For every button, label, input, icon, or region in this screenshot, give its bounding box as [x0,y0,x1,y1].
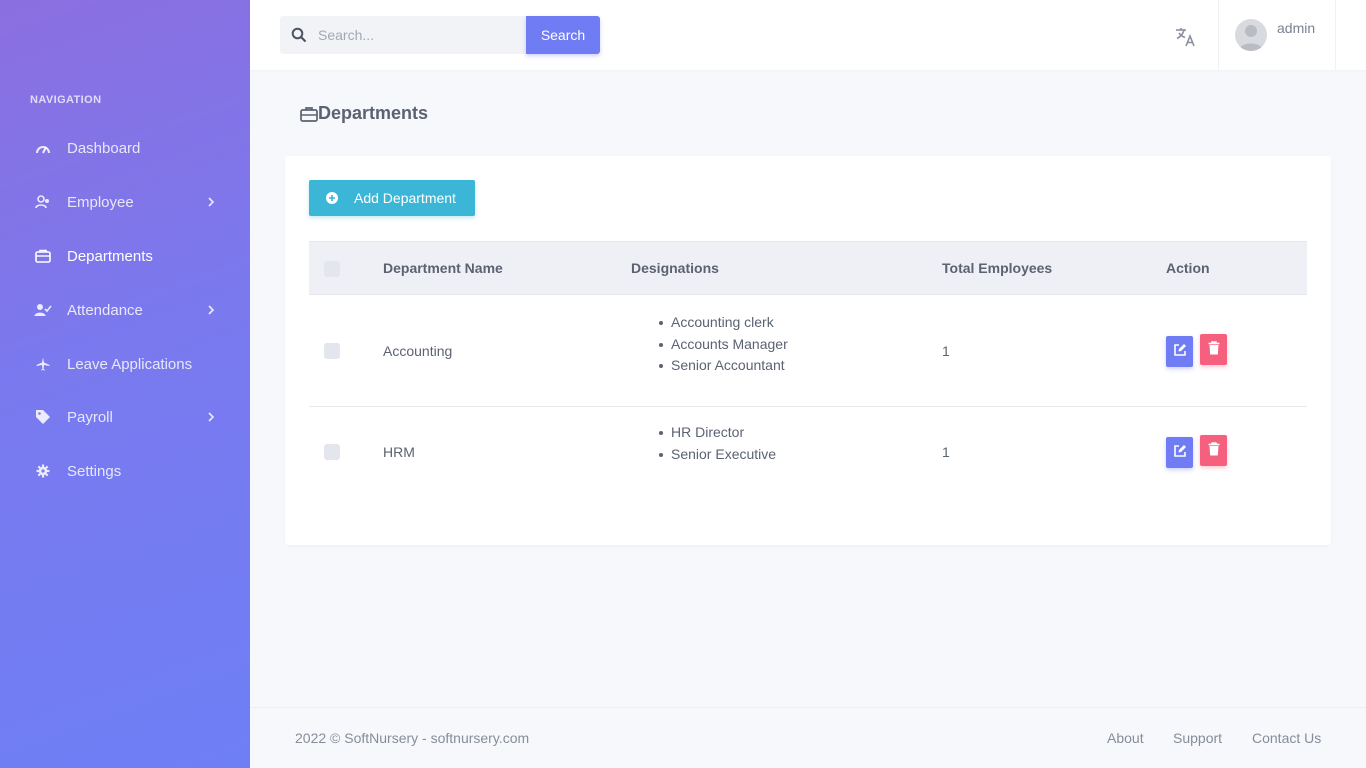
footer: 2022 © SoftNursery - softnursery.com Abo… [250,707,1366,768]
delete-button[interactable] [1200,435,1227,466]
table-header: Department Name Designations Total Emplo… [309,241,1307,295]
footer-link-support[interactable]: Support [1173,730,1222,746]
edit-button[interactable] [1166,437,1193,468]
table-row: Accounting Accounting clerk Accounts Man… [309,295,1307,407]
add-department-button[interactable]: Add Department [309,180,475,216]
designation-item: Accounts Manager [659,334,788,356]
row-checkbox[interactable] [324,343,340,359]
tag-icon [34,408,52,426]
sidebar: NAVIGATION Dashboard Employee Department… [0,0,250,768]
gear-icon [34,462,52,480]
search-box [280,16,526,54]
sidebar-item-label: Dashboard [67,139,141,157]
search-icon [291,27,307,43]
users-icon [34,193,52,211]
topbar: Search admin [250,0,1366,70]
chevron-right-icon [205,196,217,208]
trash-icon [1208,442,1220,459]
airplane-icon [34,355,52,373]
designation-item: Accounting clerk [659,312,788,334]
edit-button[interactable] [1166,336,1193,367]
sidebar-item-label: Employee [67,193,134,211]
briefcase-icon [300,105,318,123]
edit-icon [1173,343,1187,360]
sidebar-item-departments[interactable]: Departments [0,236,250,276]
sidebar-item-employee[interactable]: Employee [0,182,250,222]
chevron-right-icon [205,304,217,316]
sidebar-item-label: Settings [67,462,122,480]
sidebar-item-label: Leave Applications [67,355,193,373]
copyright-text: 2022 © SoftNursery - softnursery.com [295,730,530,746]
designation-item: Senior Accountant [659,355,788,377]
total-employees: 1 [942,343,950,359]
trash-icon [1208,341,1220,358]
sidebar-item-label: Attendance [67,301,143,319]
footer-link-about[interactable]: About [1107,730,1144,746]
designations-list: HR Director Senior Executive [659,422,776,465]
page-title: Departments [300,103,428,124]
department-name: Accounting [383,343,453,359]
sidebar-item-label: Departments [67,247,153,265]
speedometer-icon [34,139,52,157]
departments-card: Add Department Department Name Designati… [285,156,1331,545]
edit-icon [1173,444,1187,461]
sidebar-item-leave-applications[interactable]: Leave Applications [0,344,250,384]
page-title-text: Departments [318,103,429,123]
sidebar-item-dashboard[interactable]: Dashboard [0,128,250,168]
designations-list: Accounting clerk Accounts Manager Senior… [659,312,788,377]
add-department-label: Add Department [354,190,456,206]
table-row: HRM HR Director Senior Executive 1 [309,407,1307,499]
user-check-icon [34,301,52,319]
column-header: Action [1166,260,1210,276]
sidebar-item-attendance[interactable]: Attendance [0,290,250,330]
username: admin [1277,20,1316,36]
sidebar-item-label: Payroll [67,408,113,426]
total-employees: 1 [942,444,950,460]
column-header: Designations [631,260,719,276]
briefcase-icon [34,247,52,265]
select-all-checkbox[interactable] [324,261,340,277]
sidebar-item-payroll[interactable]: Payroll [0,397,250,437]
column-header: Total Employees [942,260,1053,276]
search-input[interactable] [318,16,518,54]
designation-item: Senior Executive [659,444,776,466]
sidebar-item-settings[interactable]: Settings [0,451,250,491]
plus-circle-icon [326,192,338,204]
nav-heading: NAVIGATION [30,94,102,106]
designation-item: HR Director [659,422,776,444]
footer-link-contact[interactable]: Contact Us [1252,730,1321,746]
avatar [1235,19,1267,51]
column-header: Department Name [383,260,503,276]
translate-icon[interactable] [1174,25,1198,49]
delete-button[interactable] [1200,334,1227,365]
department-name: HRM [383,444,415,460]
chevron-right-icon [205,411,217,423]
user-menu[interactable]: admin [1218,0,1336,70]
search-button[interactable]: Search [526,16,600,54]
row-checkbox[interactable] [324,444,340,460]
departments-table: Department Name Designations Total Emplo… [309,241,1307,499]
